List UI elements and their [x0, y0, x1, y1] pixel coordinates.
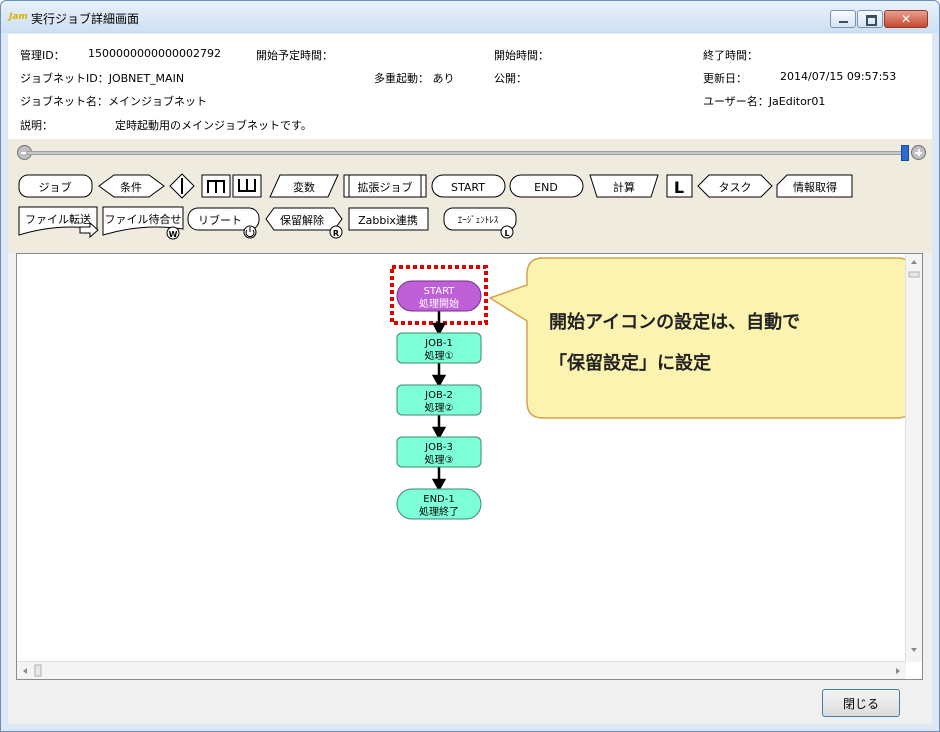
close-window-button[interactable]: ✕ [884, 10, 928, 28]
start-schedule-label: 開始予定時間： [256, 49, 333, 62]
flow-node-line2: 処理① [425, 349, 454, 362]
condition-icon[interactable]: 条件 [98, 174, 165, 198]
horizontal-scrollbar[interactable] [17, 661, 906, 679]
agentless-icon[interactable]: ｴｰｼﾞｪﾝﾄﾚｽ L [443, 207, 517, 239]
flow-node-end[interactable]: END-1 処理終了 [396, 488, 482, 520]
variable-icon-label: 変数 [293, 180, 315, 194]
hold-release-icon[interactable]: 保留解除 R [265, 207, 343, 239]
vertical-scrollbar[interactable] [905, 254, 922, 662]
description-label: 説明： [20, 119, 53, 132]
calc-icon[interactable]: 計算 [589, 174, 659, 198]
multi-start: 多重起動： あり [374, 72, 455, 85]
zabbix-icon[interactable]: Zabbix連携 [348, 207, 429, 231]
end-icon[interactable]: END [509, 174, 584, 198]
window-title: 実行ジョブ詳細画面 [31, 12, 140, 26]
calc-icon-label: 計算 [613, 180, 635, 194]
vertical-scroll-thumb[interactable] [908, 271, 920, 278]
flow-node-line2: 処理開始 [419, 297, 459, 310]
updated-value: 2014/07/15 09:57:53 [780, 70, 897, 83]
task-icon[interactable]: タスク [697, 174, 773, 198]
updated-label: 更新日： [703, 72, 747, 85]
flow-node-job2[interactable]: JOB-2 処理② [396, 384, 482, 416]
start-time-label: 開始時間： [494, 49, 549, 62]
job-detail-window: Jam 実行ジョブ詳細画面 ✕ 管理ID： 150000000000000279… [0, 0, 940, 732]
callout-balloon [488, 257, 907, 419]
icon-palette: ジョブ 条件 変数 拡張ジョブ START END 計算 L タスク 情報取得 … [18, 173, 853, 240]
app-logo-icon: Jam [9, 12, 28, 22]
loop-icon-label: L [674, 178, 684, 197]
loop-icon[interactable]: L [666, 174, 693, 198]
toolbox-area: ジョブ 条件 変数 拡張ジョブ START END 計算 L タスク 情報取得 … [8, 139, 932, 253]
manage-id-label: 管理ID： [20, 49, 65, 62]
extended-job-label: 拡張ジョブ [358, 180, 413, 194]
scroll-left-icon[interactable] [23, 668, 27, 674]
hold-release-label: 保留解除 [280, 213, 324, 227]
info-get-icon[interactable]: 情報取得 [776, 174, 853, 198]
flow-node-line1: START [424, 286, 456, 297]
agentless-label: ｴｰｼﾞｪﾝﾄﾚｽ [458, 215, 499, 226]
reboot-label: リブート [198, 213, 242, 227]
manage-id-value: 1500000000000002792 [88, 47, 221, 60]
svg-text:L: L [504, 229, 509, 238]
svg-text:W: W [169, 230, 178, 239]
client-area: 管理ID： 1500000000000002792 開始予定時間： 開始時間： … [8, 34, 932, 724]
flow-node-line1: JOB-3 [424, 442, 453, 453]
jobnet-info-panel: 管理ID： 1500000000000002792 開始予定時間： 開始時間： … [8, 34, 932, 139]
flow-node-start[interactable]: START 処理開始 [396, 280, 482, 312]
condition-icon-label: 条件 [120, 180, 142, 194]
zabbix-label: Zabbix連携 [358, 213, 418, 227]
reboot-icon[interactable]: リブート [187, 207, 260, 239]
svg-text:R: R [333, 229, 339, 238]
flow-node-line1: JOB-1 [424, 338, 453, 349]
public-label: 公開： [494, 72, 527, 85]
parallel-start-icon[interactable] [169, 173, 195, 199]
start-icon[interactable]: START [431, 174, 506, 198]
job-icon[interactable]: ジョブ [18, 174, 93, 198]
title-bar[interactable]: Jam 実行ジョブ詳細画面 ✕ [1, 1, 939, 33]
parallel-end-icon[interactable] [201, 174, 231, 198]
file-wait-label: ファイル待合せ [105, 212, 182, 226]
user-name: ユーザー名：JaEditor01 [703, 95, 826, 108]
jobnet-id: ジョブネットID：JOBNET_MAIN [20, 72, 185, 85]
file-transfer-label: ファイル転送 [25, 212, 91, 226]
flow-canvas[interactable]: 開始アイコンの設定は、自動で 「保留設定」に設定 START 処理開始 JOB-… [16, 253, 923, 680]
end-time-label: 終了時間： [703, 49, 758, 62]
minimize-button[interactable] [830, 10, 856, 28]
flow-node-job3[interactable]: JOB-3 処理③ [396, 436, 482, 468]
file-wait-icon[interactable]: ファイル待合せ W [102, 206, 184, 240]
callout-line2: 「保留設定」に設定 [549, 352, 711, 374]
flow-node-line1: JOB-2 [424, 390, 453, 401]
flow-node-line2: 処理終了 [419, 505, 459, 518]
branch-end-icon[interactable] [232, 174, 262, 198]
flow-diagram: 開始アイコンの設定は、自動で 「保留設定」に設定 START 処理開始 JOB-… [390, 257, 907, 520]
scroll-down-icon[interactable] [911, 648, 917, 652]
close-button[interactable]: 閉じる [822, 689, 900, 717]
scroll-up-icon[interactable] [911, 260, 917, 264]
flow-node-line2: 処理③ [425, 453, 454, 466]
end-icon-label: END [534, 181, 558, 194]
description-value: 定時起動用のメインジョブネットです。 [115, 119, 312, 132]
file-transfer-icon[interactable]: ファイル転送 [18, 206, 99, 239]
variable-icon[interactable]: 変数 [269, 174, 339, 198]
scroll-right-icon[interactable] [896, 668, 900, 674]
job-icon-label: ジョブ [39, 180, 72, 194]
flow-node-line1: END-1 [423, 494, 454, 505]
callout-line1: 開始アイコンの設定は、自動で [549, 311, 800, 333]
start-icon-label: START [451, 181, 485, 194]
maximize-button[interactable] [857, 10, 883, 28]
flow-node-job1[interactable]: JOB-1 処理① [396, 332, 482, 364]
info-get-label: 情報取得 [793, 181, 837, 194]
flow-node-line2: 処理② [425, 401, 454, 414]
jobnet-name: ジョブネット名：メインジョブネット [20, 95, 207, 108]
horizontal-scroll-thumb[interactable] [34, 664, 42, 677]
task-icon-label: タスク [719, 181, 752, 194]
extended-job-icon[interactable]: 拡張ジョブ [343, 174, 427, 198]
